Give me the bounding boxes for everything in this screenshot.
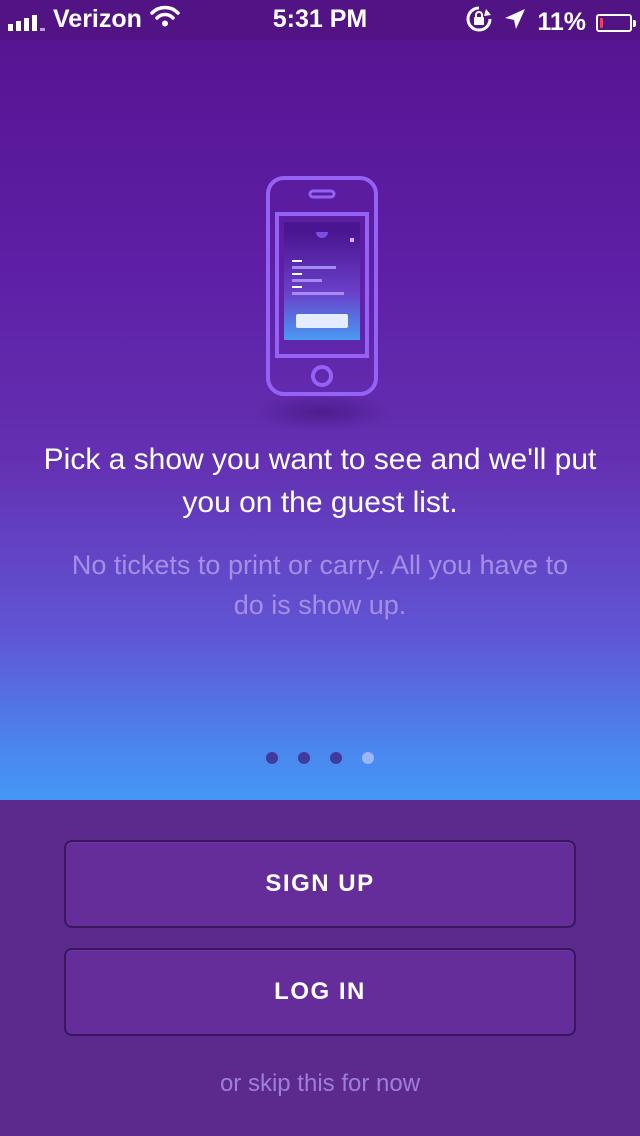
status-bar-right: 11% [465, 5, 636, 40]
onboarding-hero: Pick a show you want to see and we'll pu… [0, 40, 640, 800]
page-dot-4[interactable] [362, 752, 374, 764]
phone-illustration [266, 176, 378, 403]
battery-percent: 11% [537, 8, 586, 36]
page-indicator[interactable] [0, 752, 640, 764]
location-icon [503, 7, 527, 38]
log-in-button[interactable]: LOG IN [64, 948, 576, 1036]
sign-up-button[interactable]: SIGN UP [64, 840, 576, 928]
page-dot-1[interactable] [266, 752, 278, 764]
onboarding-headline: Pick a show you want to see and we'll pu… [43, 443, 597, 519]
page-dot-2[interactable] [298, 752, 310, 764]
battery-fill [600, 17, 603, 28]
status-bar: Verizon 5:31 PM 11% [0, 0, 640, 40]
onboarding-screen: Verizon 5:31 PM 11% Pick a show you want… [0, 0, 640, 1136]
rotation-lock-icon [465, 5, 493, 40]
page-dot-3[interactable] [330, 752, 342, 764]
skip-link[interactable]: or skip this for now [0, 1070, 640, 1098]
onboarding-subtext: No tickets to print or carry. All you ha… [71, 550, 569, 620]
auth-panel: SIGN UP LOG IN or skip this for now [0, 800, 640, 1136]
battery-icon [596, 13, 636, 32]
